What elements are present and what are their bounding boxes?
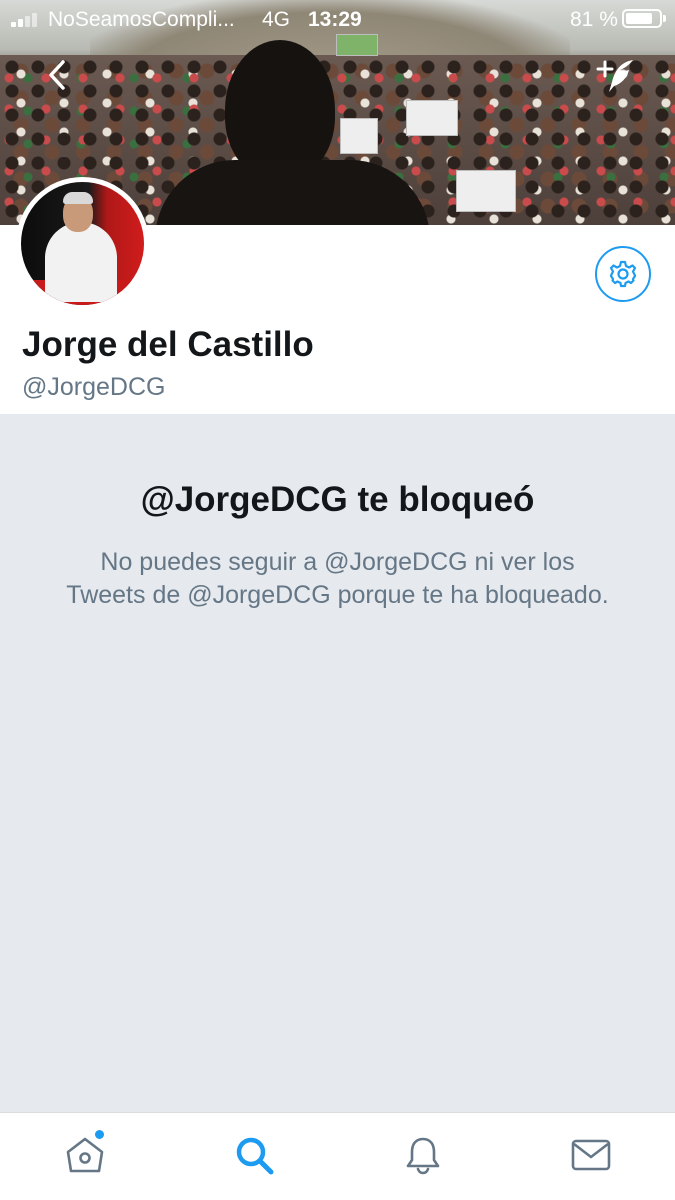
tab-search[interactable] <box>232 1133 276 1177</box>
clock: 13:29 <box>308 8 362 31</box>
mail-icon <box>571 1139 611 1171</box>
banner-sign <box>406 100 458 136</box>
blocked-notice-panel: @JorgeDCG te bloqueó No puedes seguir a … <box>0 414 675 1112</box>
profile-display-name: Jorge del Castillo <box>22 325 314 364</box>
blocked-message: No puedes seguir a @JorgeDCG ni ver los … <box>66 548 609 609</box>
blocked-title: @JorgeDCG te bloqueó <box>140 480 535 519</box>
tab-messages[interactable] <box>569 1133 613 1177</box>
battery-percent: 81 % <box>570 8 618 31</box>
battery-tip <box>663 15 666 22</box>
bottom-tab-bar <box>0 1112 675 1200</box>
bell-icon <box>406 1137 440 1175</box>
network-type: 4G <box>262 8 291 31</box>
status-bar: NoSeamosCompli... 4G 13:29 81 % <box>0 0 675 40</box>
banner-sign <box>456 170 516 212</box>
profile-handle: @JorgeDCG <box>22 373 166 401</box>
signal-strength-icon <box>11 13 39 27</box>
carrier-name: NoSeamosCompli... <box>48 8 235 31</box>
gear-icon <box>609 260 637 288</box>
banner-silhouette-body <box>155 160 430 225</box>
compose-tweet-icon <box>596 60 633 92</box>
profile-settings-button[interactable] <box>595 246 651 302</box>
profile-avatar[interactable] <box>16 177 149 310</box>
tab-notifications[interactable] <box>401 1133 445 1177</box>
battery-level-fill <box>626 13 652 24</box>
chevron-left-icon <box>49 60 65 90</box>
home-notification-dot <box>95 1130 104 1139</box>
tab-home[interactable] <box>63 1133 107 1177</box>
avatar-person-body <box>45 222 117 302</box>
avatar-photo <box>21 182 144 305</box>
banner-sign <box>340 118 378 154</box>
battery-icon <box>622 9 662 28</box>
avatar-person-hair <box>63 192 93 204</box>
home-icon <box>66 1137 104 1173</box>
compose-tweet-button[interactable] <box>595 56 637 96</box>
back-button[interactable] <box>40 58 74 92</box>
search-icon <box>236 1137 274 1175</box>
banner-silhouette-head <box>225 40 335 180</box>
